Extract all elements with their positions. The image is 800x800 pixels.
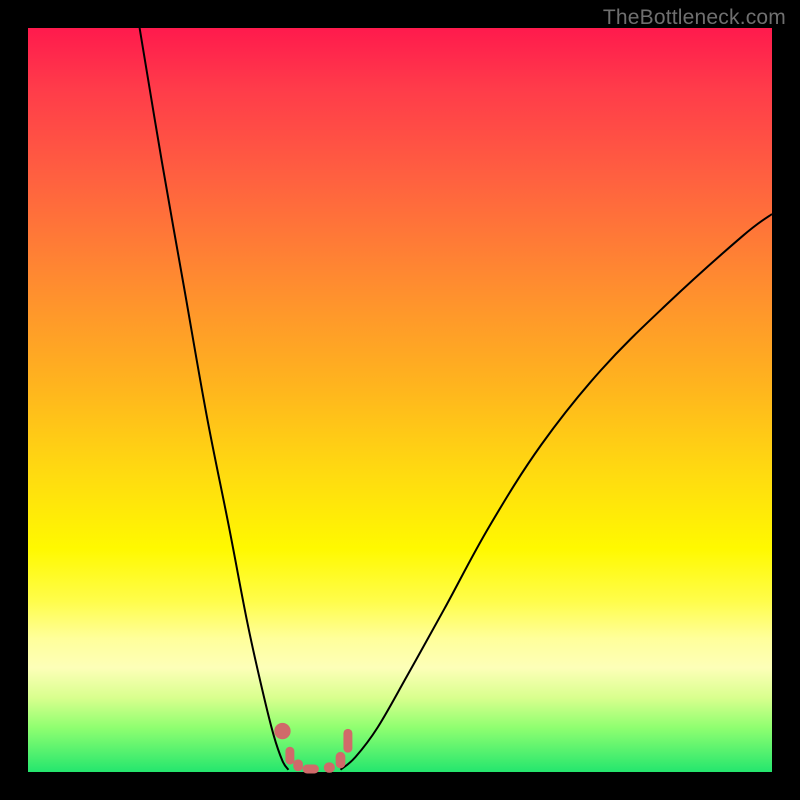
marker-stroke — [343, 729, 352, 753]
curve-right — [340, 214, 772, 770]
marker-stroke — [285, 747, 294, 765]
marker-dot — [274, 723, 290, 739]
chart-plot-area — [28, 28, 772, 772]
watermark-text: TheBottleneck.com — [603, 6, 786, 30]
marker-stroke — [293, 759, 303, 771]
marker-stroke — [324, 762, 335, 772]
chart-svg — [28, 28, 772, 772]
marker-stroke — [303, 765, 319, 774]
marker-stroke — [336, 752, 346, 768]
curve-left — [140, 28, 289, 770]
